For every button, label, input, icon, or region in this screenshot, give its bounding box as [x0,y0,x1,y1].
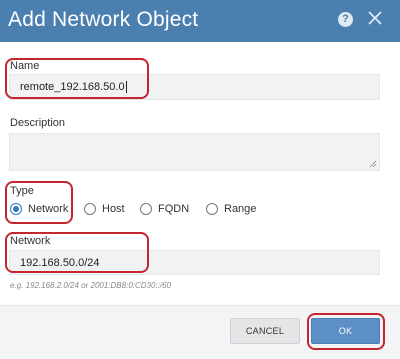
description-label: Description [10,117,66,129]
description-textarea[interactable] [9,133,380,171]
radio-fqdn-label: FQDN [158,203,190,215]
radio-host[interactable]: Host [84,203,125,215]
highlight-type [5,181,73,224]
resize-grip-icon[interactable] [369,160,377,168]
radio-range[interactable]: Range [206,203,256,215]
radio-host-label: Host [102,203,125,215]
dialog-header: Add Network Object ? [0,0,400,42]
dialog-title: Add Network Object [8,8,199,31]
close-icon[interactable] [366,9,384,27]
radio-unchecked-icon [84,203,96,215]
help-icon[interactable]: ? [338,12,353,27]
radio-fqdn[interactable]: FQDN [140,203,189,215]
radio-unchecked-icon [140,203,152,215]
highlight-ok [307,313,385,350]
radio-unchecked-icon [206,203,218,215]
network-hint: e.g. 192.168.2.0/24 or 2001:DB8:0:CD30::… [10,281,172,290]
radio-range-label: Range [224,203,257,215]
highlight-name [5,58,149,99]
cancel-button[interactable]: CANCEL [230,318,300,344]
highlight-network [5,232,149,273]
